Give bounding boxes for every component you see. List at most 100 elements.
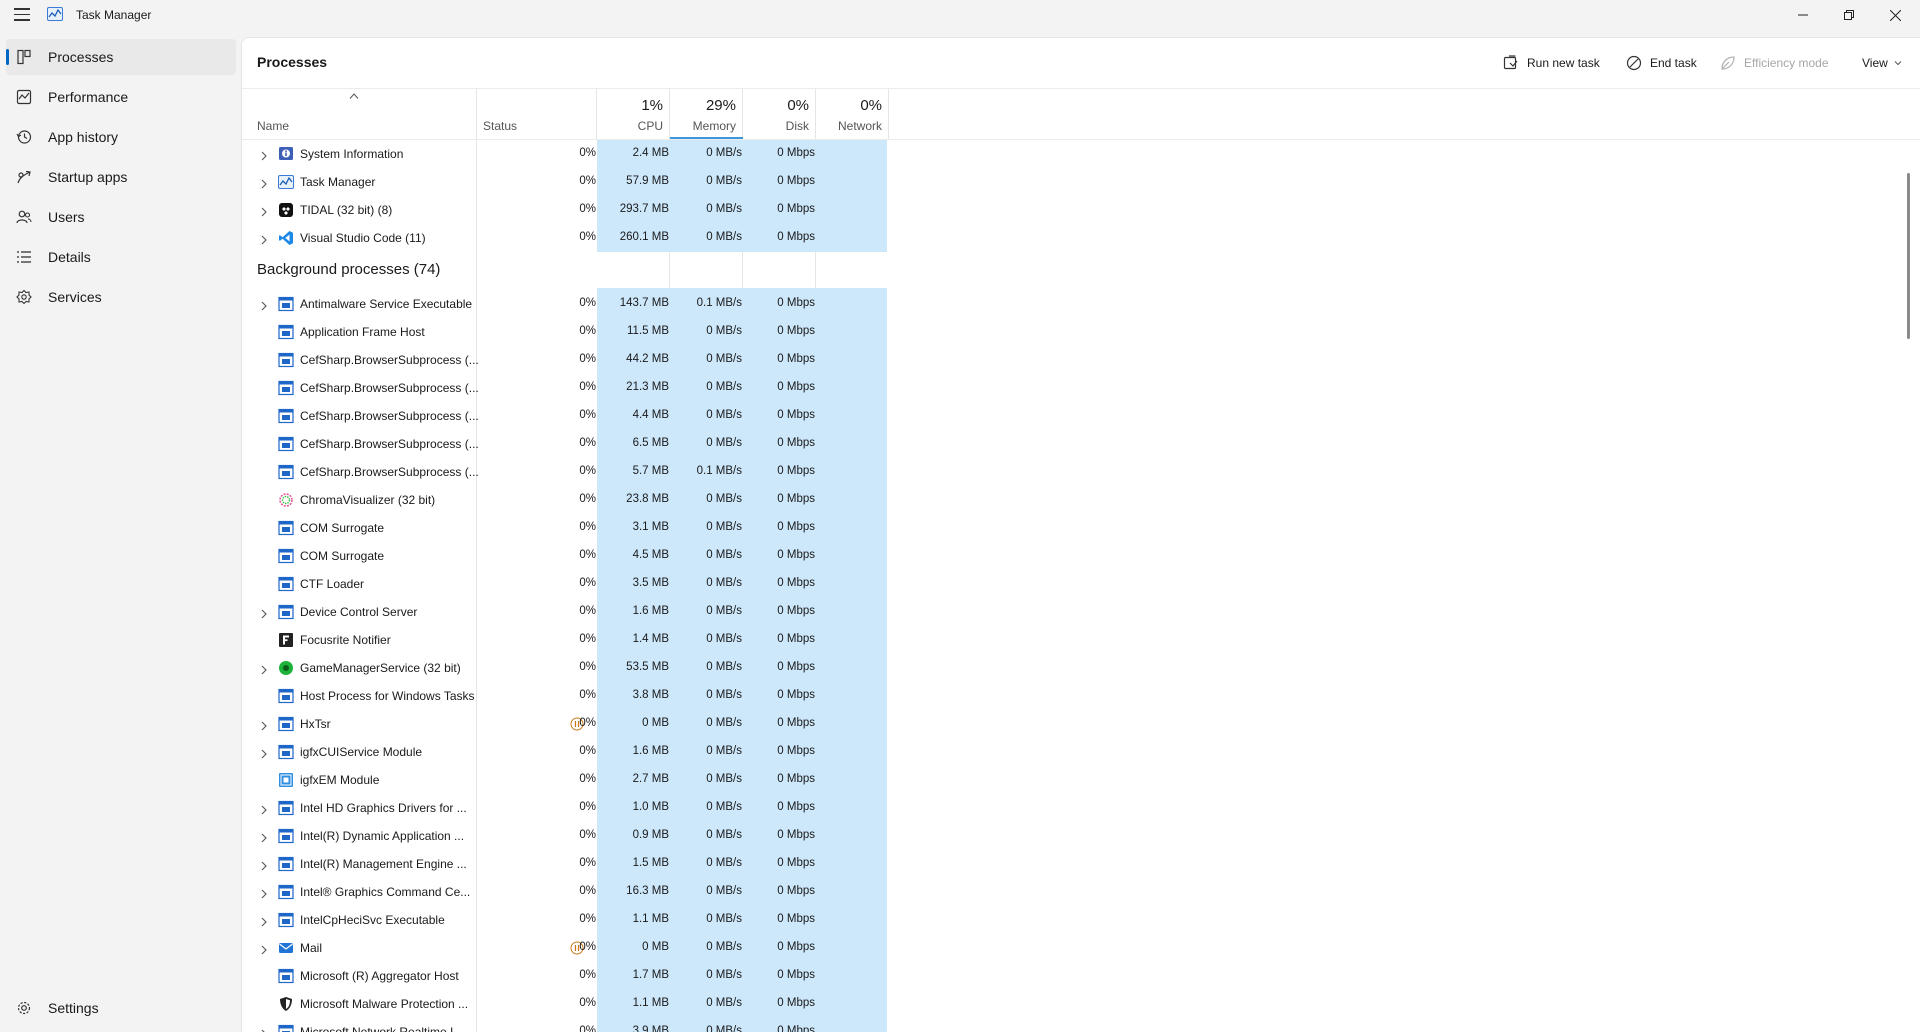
view-label: View [1862,56,1888,70]
table-row[interactable]: Visual Studio Code (11) 0% 260.1 MB 0 MB/s 0… [242,224,887,252]
chevron-right-icon[interactable] [260,299,268,311]
details-icon [17,251,31,263]
chevron-right-icon[interactable] [260,943,268,955]
table-row[interactable]: System Information 0% 2.4 MB 0 MB/s 0 Mbps [242,140,887,168]
close-button[interactable] [1872,0,1918,30]
column-header-memory[interactable]: 29% Memory [670,89,742,139]
column-header-status[interactable]: Status [477,89,596,139]
disk-value: 0 MB/s [706,801,742,813]
disk-value: 0 MB/s [706,437,742,449]
restore-button[interactable] [1826,0,1872,30]
cpu-value: 0% [579,997,596,1009]
chevron-right-icon[interactable] [260,663,268,675]
vertical-scrollbar[interactable] [1907,173,1910,339]
network-value: 0 Mbps [777,549,815,561]
table-row[interactable]: Intel(R) Dynamic Application ... 0% 0.9 MB… [242,822,887,850]
sidebar-item-performance[interactable]: Performance [6,79,236,115]
chevron-right-icon[interactable] [260,607,268,619]
process-name: CefSharp.BrowserSubprocess (... [300,465,479,479]
cpu-total: 1% [641,97,663,114]
memory-value: 4.5 MB [632,549,669,561]
process-name: CTF Loader [300,577,365,591]
chevron-right-icon[interactable] [260,149,268,161]
end-task-button[interactable]: End task [1626,50,1697,76]
table-row[interactable]: HxTsr 0% 0 MB 0 MB/s 0 Mbps [242,710,887,738]
table-row[interactable]: Application Frame Host 0% 11.5 MB 0 MB/s 0 M… [242,318,887,346]
table-row[interactable]: Intel HD Graphics Drivers for ... 0% 1.0 M… [242,794,887,822]
table-row[interactable]: COM Surrogate 0% 4.5 MB 0 MB/s 0 Mbps [242,542,887,570]
sidebar-item-settings[interactable]: Settings [6,990,236,1026]
table-row[interactable]: CefSharp.BrowserSubprocess (... 0% 4.4 MB 0… [242,402,887,430]
view-dropdown[interactable]: View [1862,50,1902,76]
table-row[interactable]: Microsoft Network Realtime I... 0% 3.9 MB 0… [242,1018,887,1032]
table-row[interactable]: Intel(R) Management Engine ... 0% 1.5 MB 0 … [242,850,887,878]
table-row[interactable]: ChromaVisualizer (32 bit) 0% 23.8 MB 0 MB/s… [242,486,887,514]
chevron-right-icon[interactable] [260,747,268,759]
table-row[interactable]: CefSharp.BrowserSubprocess (... 0% 6.5 MB 0… [242,430,887,458]
column-header-disk[interactable]: 0% Disk [743,89,815,139]
table-row[interactable]: CefSharp.BrowserSubprocess (... 0% 21.3 MB… [242,374,887,402]
cpu-value: 0% [579,913,596,925]
table-row[interactable]: Task Manager 0% 57.9 MB 0 MB/s 0 Mbps [242,168,887,196]
chevron-right-icon[interactable] [260,887,268,899]
table-row[interactable]: Host Process for Windows Tasks 0% 3.8 MB 0 … [242,682,887,710]
table-row[interactable]: Mail 0% 0 MB 0 MB/s 0 Mbps [242,934,887,962]
disk-value: 0 MB/s [706,941,742,953]
process-name: Intel® Graphics Command Ce... [300,885,471,899]
tidal-icon [278,202,294,218]
network-value: 0 Mbps [777,997,815,1009]
minimize-button[interactable] [1780,0,1826,30]
table-row[interactable]: Focusrite Notifier 0% 1.4 MB 0 MB/s 0 Mbps [242,626,887,654]
window-app-icon [278,324,294,340]
sidebar-item-details[interactable]: Details [6,239,236,275]
table-row[interactable]: CefSharp.BrowserSubprocess (... 0% 5.7 MB 0… [242,458,887,486]
sidebar-item-startup-apps[interactable]: Startup apps [6,159,236,195]
table-row[interactable]: COM Surrogate 0% 3.1 MB 0 MB/s 0 Mbps [242,514,887,542]
window-app-icon [278,408,294,424]
chevron-right-icon[interactable] [260,177,268,189]
sidebar-item-users[interactable]: Users [6,199,236,235]
sidebar-item-processes[interactable]: Processes [6,39,236,75]
memory-value: 3.1 MB [632,521,669,533]
memory-value: 44.2 MB [626,353,669,365]
table-row[interactable]: igfxEM Module 0% 2.7 MB 0 MB/s 0 Mbps [242,766,887,794]
table-row[interactable]: GameManagerService (32 bit) 0% 53.5 MB 0 MB… [242,654,887,682]
chevron-right-icon[interactable] [260,205,268,217]
table-row[interactable]: IntelCpHeciSvc Executable 0% 1.1 MB 0 MB/s 0… [242,906,887,934]
table-row[interactable]: Intel® Graphics Command Ce... 0% 16.3 MB 0 … [242,878,887,906]
cpu-value: 0% [579,605,596,617]
memory-value: 53.5 MB [626,661,669,673]
chevron-right-icon[interactable] [260,803,268,815]
window-app-icon [278,716,294,732]
sidebar-item-app-history[interactable]: App history [6,119,236,155]
table-row[interactable]: Microsoft Malware Protection ... 0% 1.1 MB… [242,990,887,1018]
hamburger-menu-icon[interactable] [14,8,32,22]
chevron-right-icon[interactable] [260,1027,268,1032]
table-row[interactable]: igfxCUIService Module 0% 1.6 MB 0 MB/s 0 Mbp… [242,738,887,766]
table-row[interactable]: Microsoft (R) Aggregator Host 0% 1.7 MB 0 M… [242,962,887,990]
column-header-name[interactable]: Name [242,89,476,139]
run-new-task-button[interactable]: Run new task [1503,50,1600,76]
cpu-value: 0% [579,381,596,393]
table-row[interactable]: TIDAL (32 bit) (8) 0% 293.7 MB 0 MB/s 0 Mbps [242,196,887,224]
network-value: 0 Mbps [777,633,815,645]
chevron-right-icon[interactable] [260,719,268,731]
table-row[interactable]: Device Control Server 0% 1.6 MB 0 MB/s 0 Mbp… [242,598,887,626]
chevron-right-icon[interactable] [260,859,268,871]
column-header-network[interactable]: 0% Network [816,89,888,139]
chevron-right-icon[interactable] [260,915,268,927]
chevron-right-icon[interactable] [260,831,268,843]
table-row[interactable]: Antimalware Service Executable 0% 143.7 MB… [242,290,887,318]
sidebar-item-services[interactable]: Services [6,279,236,315]
network-value: 0 Mbps [777,1025,815,1032]
efficiency-mode-button[interactable]: Efficiency mode [1720,50,1829,76]
chevron-right-icon[interactable] [260,233,268,245]
table-row[interactable]: CefSharp.BrowserSubprocess (... 0% 44.2 MB… [242,346,887,374]
process-name: Microsoft (R) Aggregator Host [300,969,459,983]
network-value: 0 Mbps [777,829,815,841]
column-header-cpu[interactable]: 1% CPU [597,89,669,139]
table-row[interactable]: CTF Loader 0% 3.5 MB 0 MB/s 0 Mbps [242,570,887,598]
memory-value: 2.4 MB [632,147,669,159]
cpu-value: 0% [579,325,596,337]
process-name: Intel(R) Dynamic Application ... [300,829,465,843]
